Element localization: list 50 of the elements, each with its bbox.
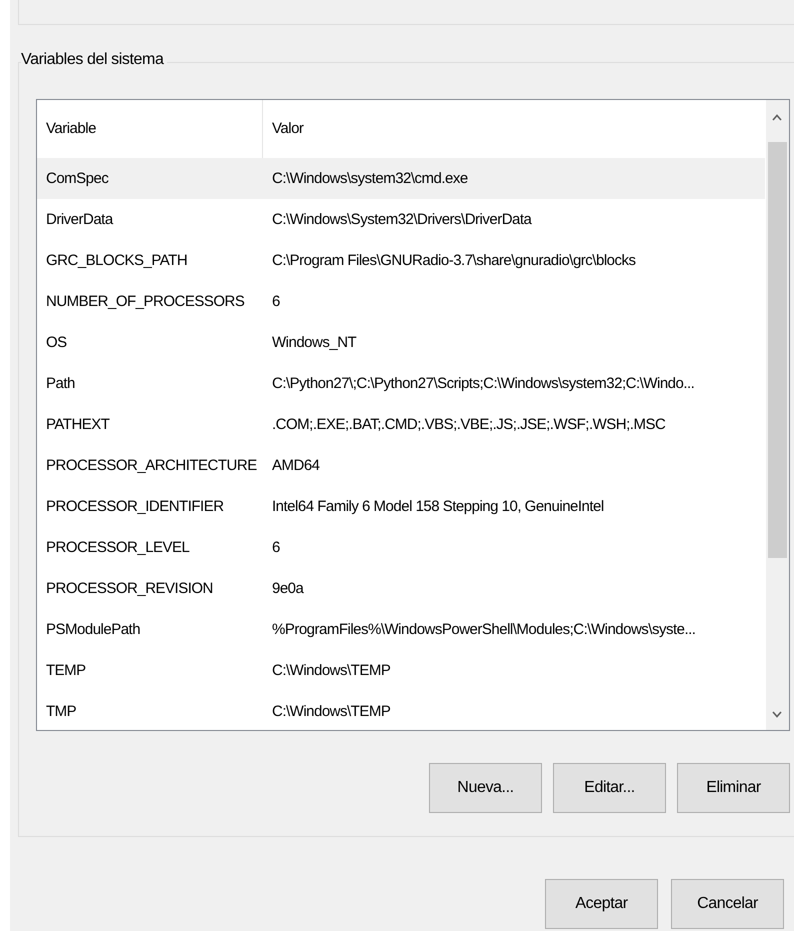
variable-value: C:\Windows\TEMP [271,662,390,679]
variable-name: PATHEXT [45,416,110,433]
list-row[interactable]: OS Windows_NT [37,322,765,363]
edit-button[interactable]: Editar... [553,763,666,813]
variable-name: DriverData [45,211,114,228]
list-row[interactable]: PATHEXT .COM;.EXE;.BAT;.CMD;.VBS;.VBE;.JS;.JSE;.WSF;.WSH;.MSC [37,404,765,445]
variable-name: TMP [45,703,78,720]
variable-name: PSModulePath [45,621,142,638]
variable-value: 9e0a [271,580,304,597]
variable-value: 6 [271,293,280,310]
list-row[interactable]: DriverData C:\Windows\System32\Drivers\DriverData [37,199,765,240]
variable-value: C:\Python27\;C:\Python27\Scripts;C:\Windows\system32;C:\Windo... [271,375,694,392]
variable-name: Path [45,375,76,392]
variable-value: %ProgramFiles%\WindowsPowerShell\Modules;C:\Windows\syste... [271,621,696,638]
variable-value: Intel64 Family 6 Model 158 Stepping 10, GenuineIntel [271,498,604,515]
variable-value: .COM;.EXE;.BAT;.CMD;.VBS;.VBE;.JS;.JSE;.WSF;.WSH;.MSC [271,416,666,433]
variable-name: PROCESSOR_IDENTIFIER [45,498,225,515]
delete-button[interactable]: Eliminar [677,763,790,813]
list-row[interactable]: GRC_BLOCKS_PATH C:\Program Files\GNURadio-3.7\share\gnuradio\grc\blocks [37,240,765,281]
cancel-button[interactable]: Cancelar [671,879,784,929]
variable-value: C:\Windows\TEMP [271,703,390,720]
list-row[interactable]: PROCESSOR_LEVEL 6 [37,527,765,568]
variable-value: C:\Program Files\GNURadio-3.7\share\gnuradio\grc\blocks [271,252,636,269]
column-header[interactable]: Valor [263,100,304,158]
variable-value: Windows_NT [271,334,356,351]
list-row[interactable]: PROCESSOR_REVISION 9e0a [37,568,765,609]
scrollbar[interactable] [766,100,789,730]
list-row[interactable]: ComSpec C:\Windows\system32\cmd.exe [37,158,765,199]
list-row[interactable]: TMP C:\Windows\TEMP [37,691,765,732]
variable-value: C:\Windows\System32\Drivers\DriverData [271,211,532,228]
variable-name: PROCESSOR_ARCHITECTURE [45,457,258,474]
variable-name: NUMBER_OF_PROCESSORS [45,293,246,310]
variable-value: 6 [271,539,280,556]
scrollbar-thumb[interactable] [768,142,787,558]
variable-value: AMD64 [271,457,320,474]
list-row[interactable]: PROCESSOR_ARCHITECTURE AMD64 [37,445,765,486]
list-row[interactable]: Path C:\Python27\;C:\Python27\Scripts;C:\Windows\system32;C:\Windo... [37,363,765,404]
list-row[interactable]: PROCESSOR_IDENTIFIER Intel64 Family 6 Model 158 Stepping 10, GenuineIntel [37,486,765,527]
list-row[interactable]: PSModulePath %ProgramFiles%\WindowsPowerShell\Modules;C:\Windows\syste... [37,609,765,650]
ok-button[interactable]: Aceptar [545,879,658,929]
variable-name: OS [45,334,68,351]
variable-value: C:\Windows\system32\cmd.exe [271,170,468,187]
variable-name: PROCESSOR_LEVEL [45,539,190,556]
variable-name: GRC_BLOCKS_PATH [45,252,188,269]
new-button[interactable]: Nueva... [429,763,542,813]
variable-name: TEMP [45,662,87,679]
variable-name: PROCESSOR_REVISION [45,580,214,597]
list-row[interactable]: TEMP C:\Windows\TEMP [37,650,765,691]
list-row[interactable]: NUMBER_OF_PROCESSORS 6 [37,281,765,322]
variable-name: ComSpec [45,170,110,187]
